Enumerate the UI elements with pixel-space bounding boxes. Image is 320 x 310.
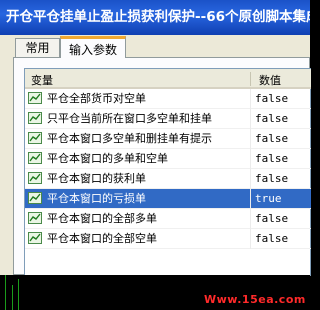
properties-dialog: 常用 输入参数 变量 数值 平仓全部货币对空单 false 只平仓当前所在窗口多空单…: [0, 35, 311, 276]
parameter-value[interactable]: false: [255, 89, 288, 109]
chart-line-icon: [28, 132, 42, 144]
column-divider: [250, 149, 251, 169]
tab-common[interactable]: 常用: [15, 38, 60, 57]
parameter-row[interactable]: 平仓本窗口的全部空单 false: [25, 229, 311, 249]
column-divider: [250, 169, 251, 189]
parameter-name: 平仓本窗口的全部多单: [47, 212, 157, 225]
column-divider: [250, 109, 251, 129]
parameter-name: 平仓本窗口的多单和空单: [47, 152, 168, 165]
parameter-value[interactable]: false: [255, 109, 288, 129]
watermark: Www.15ea.com: [204, 293, 306, 306]
parameters-list[interactable]: 变量 数值 平仓全部货币对空单 false 只平仓当前所在窗口多空单和挂单 false…: [24, 68, 311, 276]
list-header: 变量 数值: [25, 69, 311, 89]
parameter-value[interactable]: false: [255, 129, 288, 149]
parameter-value[interactable]: false: [255, 229, 288, 249]
chart-line-icon: [28, 172, 42, 184]
chart-line-icon: [28, 212, 42, 224]
chart-line-icon: [28, 232, 42, 244]
chart-line-icon: [28, 112, 42, 124]
column-divider: [250, 209, 251, 229]
parameter-value[interactable]: false: [255, 149, 288, 169]
chart-bar: [18, 279, 19, 310]
chart-bar: [5, 275, 6, 310]
column-divider: [250, 229, 251, 249]
parameter-row[interactable]: 平仓全部货币对空单 false: [25, 89, 311, 109]
column-divider: [250, 189, 251, 209]
parameter-row[interactable]: 平仓本窗口的多单和空单 false: [25, 149, 311, 169]
column-divider: [250, 89, 251, 109]
header-variable[interactable]: 变量: [31, 72, 53, 88]
parameter-row[interactable]: 平仓本窗口的亏损单 true: [25, 189, 311, 209]
parameter-name: 平仓本窗口多空单和删挂单有提示: [47, 132, 212, 145]
parameter-name: 平仓本窗口的获利单: [47, 172, 146, 185]
parameter-name: 只平仓当前所在窗口多空单和挂单: [47, 112, 212, 125]
parameter-name: 平仓本窗口的亏损单: [47, 192, 146, 205]
parameter-row[interactable]: 平仓本窗口多空单和删挂单有提示 false: [25, 129, 311, 149]
chart-bar: [12, 285, 13, 310]
parameter-name: 平仓本窗口的全部空单: [47, 232, 157, 245]
parameter-value[interactable]: true: [255, 189, 282, 209]
parameter-row[interactable]: 只平仓当前所在窗口多空单和挂单 false: [25, 109, 311, 129]
window-title: 开仓平仓挂单止盈止损获利保护--66个原创脚本集成: [0, 0, 310, 35]
header-divider[interactable]: [250, 72, 251, 86]
parameter-value[interactable]: false: [255, 169, 288, 189]
column-divider: [250, 129, 251, 149]
tab-panel: 变量 数值 平仓全部货币对空单 false 只平仓当前所在窗口多空单和挂单 false…: [13, 57, 311, 276]
tab-input-parameters[interactable]: 输入参数: [60, 36, 126, 58]
chart-line-icon: [28, 152, 42, 164]
chart-line-icon: [28, 92, 42, 104]
parameter-name: 平仓全部货币对空单: [47, 92, 146, 105]
parameter-value[interactable]: false: [255, 209, 288, 229]
header-value[interactable]: 数值: [259, 72, 281, 88]
parameter-row[interactable]: 平仓本窗口的全部多单 false: [25, 209, 311, 229]
chart-line-icon: [28, 192, 42, 204]
parameter-row[interactable]: 平仓本窗口的获利单 false: [25, 169, 311, 189]
